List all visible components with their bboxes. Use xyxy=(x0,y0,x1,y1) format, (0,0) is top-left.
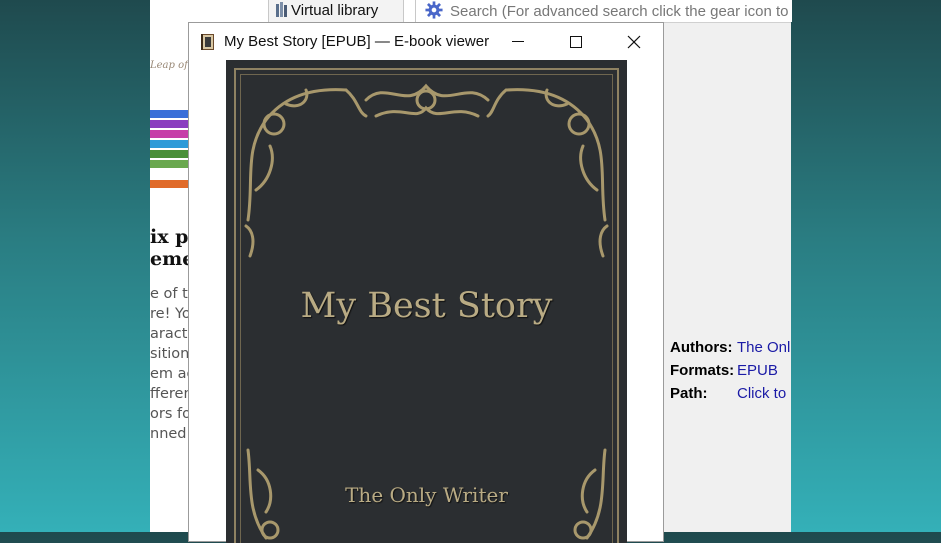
thumbnail-band xyxy=(150,170,190,178)
article-thumbnail xyxy=(150,100,190,210)
article-paragraph: e of t re! Yo aract sition em ag fferen … xyxy=(150,284,190,444)
ebook-viewer-window: My Best Story [EPUB] — E-book viewer My … xyxy=(188,22,664,543)
authors-link[interactable]: The Onl xyxy=(737,339,790,356)
paragraph-line: fferen xyxy=(150,386,190,402)
paragraph-line: nned r xyxy=(150,426,190,442)
maximize-button[interactable] xyxy=(547,23,605,60)
thumbnail-band xyxy=(150,130,190,138)
book-details-panel: Authors: The Onl Formats: EPUB Path: Click … xyxy=(670,336,790,405)
paragraph-line: em ag xyxy=(150,366,190,382)
close-icon xyxy=(627,35,641,49)
paragraph-line: re! Yo xyxy=(150,306,190,322)
cover-title: My Best Story xyxy=(300,286,553,326)
minimize-icon xyxy=(512,41,524,42)
close-button[interactable] xyxy=(605,23,663,60)
headline-line: ix po xyxy=(150,226,190,248)
path-row: Path: Click to xyxy=(670,382,790,405)
cover-author: The Only Writer xyxy=(345,483,508,507)
formats-link[interactable]: EPUB xyxy=(737,362,778,379)
formats-row: Formats: EPUB xyxy=(670,359,790,382)
thumbnail-band xyxy=(150,150,190,158)
path-link[interactable]: Click to xyxy=(737,385,786,402)
maximize-icon xyxy=(570,36,582,48)
ebook-viewer-icon xyxy=(201,34,214,50)
minimize-button[interactable] xyxy=(489,23,547,60)
headline-line: eme xyxy=(150,248,190,270)
search-input[interactable] xyxy=(450,0,790,22)
paragraph-line: ors fo xyxy=(150,406,190,422)
viewer-titlebar[interactable]: My Best Story [EPUB] — E-book viewer xyxy=(189,23,663,60)
thumbnail-band xyxy=(150,140,190,148)
authors-label: Authors: xyxy=(670,339,733,356)
virtual-library-label: Virtual library xyxy=(291,2,379,19)
book-cover[interactable]: My Best Story The Only Writer xyxy=(226,60,627,543)
virtual-library-icon xyxy=(276,2,287,17)
paragraph-line: sition xyxy=(150,346,190,362)
calibre-toolbar: Virtual library xyxy=(188,0,792,23)
formats-label: Formats: xyxy=(670,362,735,379)
gear-icon[interactable] xyxy=(425,1,443,19)
thumbnail-band xyxy=(150,180,190,188)
paragraph-line: e of t xyxy=(150,286,188,302)
path-label: Path: xyxy=(670,385,708,402)
paragraph-line: aract xyxy=(150,326,188,342)
article-logo-fragment: Leap of F xyxy=(150,60,190,71)
article-headline: ix po eme xyxy=(150,226,190,270)
viewer-window-title: My Best Story [EPUB] — E-book viewer xyxy=(224,33,490,50)
thumbnail-band xyxy=(150,100,190,108)
thumbnail-band xyxy=(150,160,190,168)
virtual-library-button[interactable]: Virtual library xyxy=(268,0,404,22)
search-bar[interactable] xyxy=(415,0,792,22)
thumbnail-band xyxy=(150,120,190,128)
thumbnail-band xyxy=(150,110,190,118)
authors-row: Authors: The Onl xyxy=(670,336,790,359)
background-article-window: Leap of F ix po eme e of t re! Yo aract … xyxy=(150,0,190,532)
